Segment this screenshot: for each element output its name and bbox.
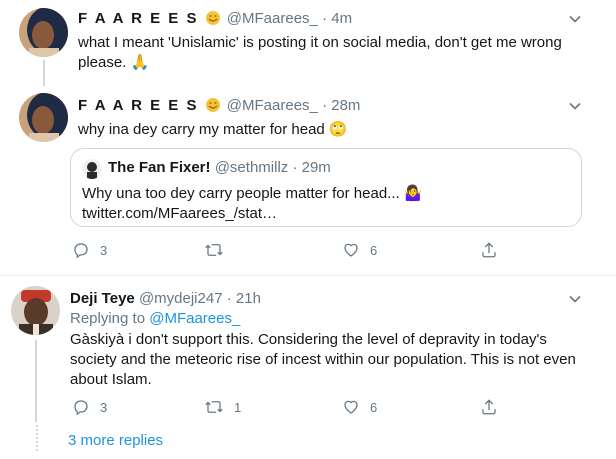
verified-emoji-icon <box>205 97 221 113</box>
user-handle[interactable]: @MFaarees_ <box>227 97 318 114</box>
tweet-text: why ina dey carry my matter for head 🙄 <box>78 121 348 138</box>
quoted-tweet-header: The Fan Fixer! @sethmillz · 29m <box>108 158 331 178</box>
display-name[interactable]: Deji Teye <box>70 290 135 307</box>
retweet-count: 1 <box>234 399 242 415</box>
share-button[interactable] <box>480 398 498 416</box>
timestamp[interactable]: 21h <box>236 290 261 307</box>
quoted-tweet-link: twitter.com/MFaarees_/stat… <box>82 205 278 222</box>
tweet-header: Deji Teye @mydeji247 · 21h <box>70 289 261 309</box>
retweet-icon <box>205 244 223 256</box>
display-name[interactable]: F A A R E E S <box>78 97 198 114</box>
reply-icon <box>74 400 88 416</box>
tweet-actions: 3 6 <box>70 241 590 261</box>
replying-to-label: Replying to <box>70 310 146 327</box>
thread-dots <box>36 425 38 451</box>
share-icon <box>482 242 496 258</box>
like-icon <box>344 243 358 257</box>
separator-dot: · <box>292 159 298 176</box>
reply-icon <box>74 243 88 259</box>
user-handle[interactable]: @mydeji247 <box>139 290 223 307</box>
verified-emoji-icon <box>205 10 221 26</box>
tweet-text: what I meant 'Unislamic' is posting it o… <box>78 34 562 71</box>
show-more-replies-link[interactable]: 3 more replies <box>68 432 163 449</box>
tweet-actions: 3 1 6 <box>70 398 590 418</box>
divider <box>0 275 616 276</box>
retweet-button[interactable]: 1 <box>204 398 241 416</box>
retweet-icon <box>205 401 223 413</box>
chevron-down-icon[interactable] <box>566 97 584 115</box>
like-count: 6 <box>370 399 378 415</box>
display-name[interactable]: F A A R E E S <box>78 10 198 27</box>
user-handle[interactable]: @MFaarees_ <box>227 10 318 27</box>
replying-to-handle[interactable]: @MFaarees_ <box>149 310 240 327</box>
tweet-header: F A A R E E S @MFaarees_ · 4m <box>78 9 352 29</box>
timestamp[interactable]: 28m <box>331 97 360 114</box>
reply-count: 3 <box>100 399 108 415</box>
reply-button[interactable]: 3 <box>72 241 107 259</box>
replying-to: Replying to @MFaarees_ <box>70 309 240 329</box>
quoted-user-handle: @sethmillz <box>214 159 289 176</box>
like-icon <box>344 400 358 414</box>
share-button[interactable] <box>480 241 498 259</box>
quoted-tweet-text: Why una too dey carry people matter for … <box>82 185 423 202</box>
quoted-timestamp: 29m <box>301 159 331 176</box>
avatar[interactable] <box>11 286 60 335</box>
tweet-header: F A A R E E S @MFaarees_ · 28m <box>78 96 360 116</box>
retweet-button[interactable] <box>204 241 234 259</box>
separator-dot: · <box>322 10 328 27</box>
avatar[interactable] <box>19 8 68 57</box>
like-count: 6 <box>370 242 378 258</box>
chevron-down-icon[interactable] <box>566 290 584 308</box>
share-icon <box>482 399 496 415</box>
timestamp[interactable]: 4m <box>331 10 352 27</box>
thread-line <box>43 60 45 86</box>
reply-button[interactable]: 3 <box>72 398 107 416</box>
quoted-tweet[interactable]: The Fan Fixer! @sethmillz · 29m Why una … <box>70 148 582 227</box>
thread-line <box>35 340 37 422</box>
quoted-display-name: The Fan Fixer! <box>108 159 211 176</box>
reply-count: 3 <box>100 242 108 258</box>
like-button[interactable]: 6 <box>342 241 377 259</box>
tweet-text: Gàskiyà i don't support this. Considerin… <box>70 331 576 388</box>
like-button[interactable]: 6 <box>342 398 377 416</box>
separator-dot: · <box>226 290 232 307</box>
avatar[interactable] <box>19 93 68 142</box>
avatar <box>82 159 102 179</box>
separator-dot: · <box>322 97 328 114</box>
chevron-down-icon[interactable] <box>566 10 584 28</box>
